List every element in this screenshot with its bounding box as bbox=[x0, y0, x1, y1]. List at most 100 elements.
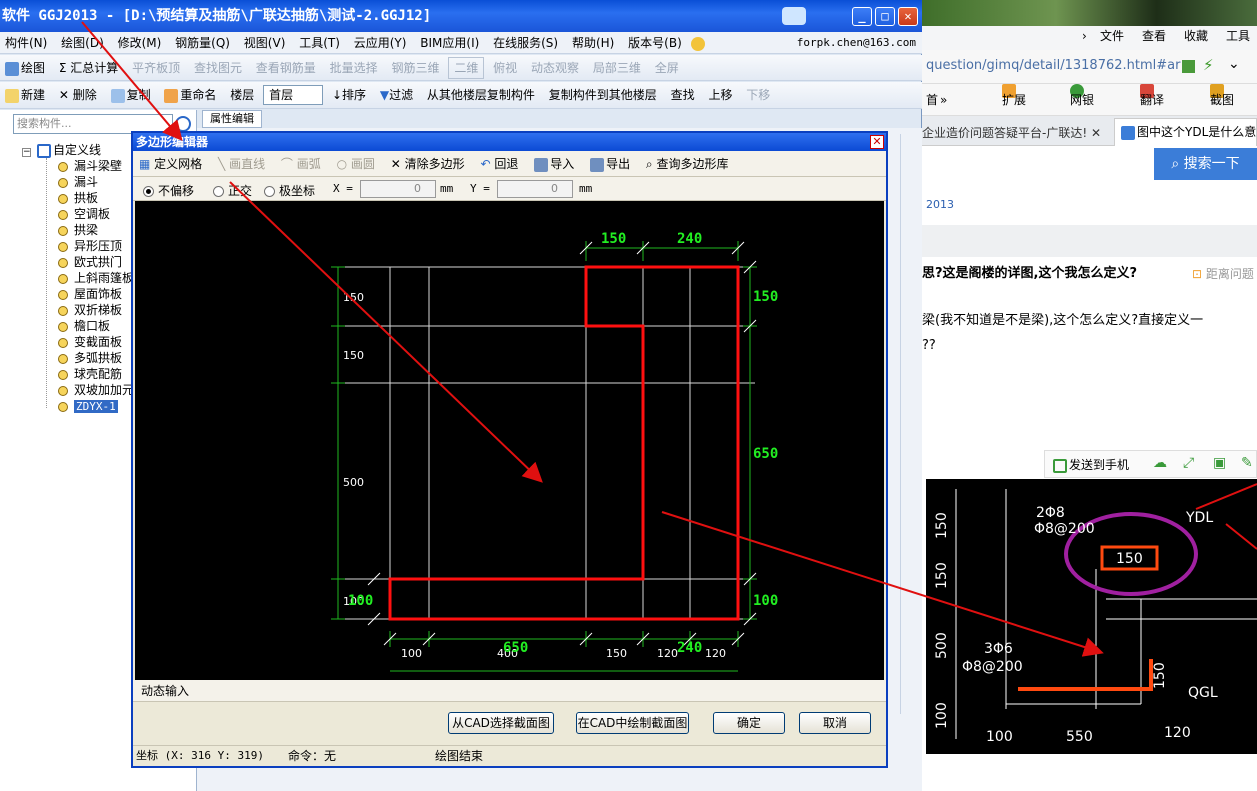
tree-item[interactable]: 拱梁 bbox=[58, 222, 98, 238]
local-3d-button[interactable]: 局部三维 bbox=[588, 55, 646, 80]
view-mode-select[interactable]: 二维 bbox=[448, 57, 485, 79]
floor-select[interactable]: 首层 bbox=[263, 85, 324, 105]
tree-item[interactable]: 漏斗 bbox=[58, 174, 98, 190]
sort-button[interactable]: ↓排序 bbox=[327, 82, 371, 108]
tree-item[interactable]: 上斜雨篷板 bbox=[58, 270, 134, 286]
clear-polygon-button[interactable]: ✕ 清除多边形 bbox=[385, 151, 471, 177]
query-library-button[interactable]: ⌕ 查询多边形库 bbox=[640, 151, 735, 177]
menu-tools[interactable]: 工具 bbox=[1226, 26, 1250, 46]
radio-no-offset[interactable]: 不偏移 bbox=[143, 182, 194, 199]
address-bar[interactable]: question/gimq/detail/1318762.html#ar ⚡ ⌄ bbox=[922, 50, 1257, 84]
ok-button[interactable]: 确定 bbox=[713, 712, 785, 734]
tree-item[interactable]: 多弧拱板 bbox=[58, 350, 122, 366]
move-down-button[interactable]: 下移 bbox=[741, 82, 775, 108]
question-image[interactable]: 2Φ8 Φ8@200 YDL 3Φ6 Φ8@200 QGL 150 100 55… bbox=[926, 479, 1257, 754]
minimize-button[interactable]: _ bbox=[852, 7, 872, 26]
filter-button[interactable]: ▼过滤 bbox=[375, 82, 418, 108]
menu-view[interactable]: 视图(V) bbox=[239, 32, 291, 53]
draw-in-cad-button[interactable]: 在CAD中绘制截面图 bbox=[576, 712, 689, 734]
tree-item[interactable]: 空调板 bbox=[58, 206, 110, 222]
top-view-button[interactable]: 俯视 bbox=[488, 55, 522, 80]
tree-item[interactable]: 欧式拱门 bbox=[58, 254, 122, 270]
maximize-button[interactable]: □ bbox=[875, 7, 895, 26]
define-grid-button[interactable]: ▦ 定义网格 bbox=[133, 151, 208, 177]
rename-button[interactable]: 重命名 bbox=[159, 82, 221, 108]
new-button[interactable]: 新建 bbox=[0, 82, 50, 108]
copy-from-floor-button[interactable]: 从其他楼层复制构件 bbox=[422, 82, 540, 108]
menu-file[interactable]: 文件 bbox=[1100, 26, 1124, 46]
qr-icon[interactable] bbox=[1182, 60, 1195, 73]
view-rebar-button[interactable]: 查看钢筋量 bbox=[251, 55, 321, 80]
dynamic-view-button[interactable]: 动态观察 bbox=[526, 55, 584, 80]
tree-item[interactable]: 拱板 bbox=[58, 190, 98, 206]
url-text[interactable]: question/gimq/detail/1318762.html#ar bbox=[926, 58, 1180, 73]
copy-to-floor-button[interactable]: 复制构件到其他楼层 bbox=[544, 82, 662, 108]
x-input[interactable]: 0 bbox=[360, 180, 436, 198]
select-from-cad-button[interactable]: 从CAD选择截面图 bbox=[448, 712, 554, 734]
tree-item[interactable]: 双坡加加元 bbox=[58, 382, 134, 398]
import-button[interactable]: 导入 bbox=[528, 151, 580, 177]
draw-line-button[interactable]: ╲ 画直线 bbox=[212, 151, 271, 177]
collapse-icon[interactable]: − bbox=[22, 148, 31, 157]
y-input[interactable]: 0 bbox=[497, 180, 573, 198]
breadcrumb[interactable]: 2013 bbox=[922, 193, 1257, 217]
summary-button[interactable]: Σ 汇总计算 bbox=[54, 55, 123, 80]
chevron-down-icon[interactable]: ⌄ bbox=[1228, 56, 1240, 72]
flush-board-button[interactable]: 平齐板顶 bbox=[127, 55, 185, 80]
vertical-scrollbar[interactable] bbox=[900, 134, 916, 714]
cancel-button[interactable]: 取消 bbox=[799, 712, 871, 734]
move-up-button[interactable]: 上移 bbox=[703, 82, 737, 108]
menu-modify[interactable]: 修改(M) bbox=[113, 32, 167, 53]
delete-button[interactable]: ✕ 删除 bbox=[54, 82, 102, 108]
dynamic-input-bar[interactable]: 动态输入 bbox=[133, 680, 886, 702]
search-icon[interactable] bbox=[175, 116, 191, 132]
search-button[interactable]: ⌕ 搜索一下 bbox=[1154, 148, 1257, 180]
tree-item[interactable]: 球壳配筋 bbox=[58, 366, 122, 382]
draw-button[interactable]: 绘图 bbox=[0, 55, 50, 80]
help-icon[interactable] bbox=[782, 7, 806, 25]
tree-item[interactable]: 檐口板 bbox=[58, 318, 110, 334]
avatar-icon[interactable] bbox=[690, 36, 705, 51]
tree-root[interactable]: − 自定义线 bbox=[22, 142, 101, 158]
copy-button[interactable]: 复制 bbox=[106, 82, 156, 108]
drawing-canvas[interactable]: 150 150 500 100 100 400 150 120 120 150 … bbox=[135, 201, 884, 680]
section-polygon[interactable] bbox=[388, 265, 740, 621]
draw-circle-button[interactable]: ○ 画圆 bbox=[331, 151, 381, 177]
edit-icon[interactable]: ✎ bbox=[1241, 455, 1253, 471]
menu-version[interactable]: 版本号(B) bbox=[623, 32, 687, 53]
expand-icon[interactable]: ⤢ bbox=[1183, 455, 1194, 471]
menu-cloud[interactable]: 云应用(Y) bbox=[349, 32, 412, 53]
dialog-title-bar[interactable]: 多边形编辑器 ✕ bbox=[133, 133, 886, 151]
tree-item[interactable]: 双折梯板 bbox=[58, 302, 122, 318]
more-icon[interactable]: » bbox=[940, 84, 947, 116]
menu-tools[interactable]: 工具(T) bbox=[294, 32, 345, 53]
menu-draw[interactable]: 绘图(D) bbox=[56, 32, 109, 53]
tab-property-edit[interactable]: 属性编辑 bbox=[202, 110, 262, 128]
tab-forum[interactable]: 企业造价问题答疑平台-广联达! ✕ bbox=[922, 120, 1112, 146]
lightning-icon[interactable]: ⚡ bbox=[1203, 56, 1214, 74]
menu-help[interactable]: 帮助(H) bbox=[567, 32, 619, 53]
menu-bim[interactable]: BIM应用(I) bbox=[415, 32, 484, 53]
user-email[interactable]: forpk.chen@163.com bbox=[797, 32, 916, 53]
tree-item[interactable]: 漏斗梁壁 bbox=[58, 158, 122, 174]
menu-online[interactable]: 在线服务(S) bbox=[488, 32, 563, 53]
tree-item-selected[interactable]: ZDYX-1 bbox=[58, 398, 118, 414]
dialog-close-button[interactable]: ✕ bbox=[870, 135, 884, 149]
tree-item[interactable]: 变截面板 bbox=[58, 334, 122, 350]
menu-component[interactable]: 构件(N) bbox=[0, 32, 52, 53]
tab-close-icon[interactable]: ✕ bbox=[1091, 126, 1101, 140]
fullscreen-button[interactable]: 全屏 bbox=[650, 55, 684, 80]
close-button[interactable]: ✕ bbox=[898, 7, 918, 26]
cloud-icon[interactable]: ☁ bbox=[1153, 455, 1167, 471]
undo-button[interactable]: ↶ 回退 bbox=[475, 151, 525, 177]
menu-rebar[interactable]: 钢筋量(Q) bbox=[170, 32, 235, 53]
tab-question[interactable]: 图中这个YDL是什么意思 bbox=[1114, 118, 1257, 146]
find-button[interactable]: 查找 bbox=[666, 82, 700, 108]
find-element-button[interactable]: 查找图元 bbox=[189, 55, 247, 80]
rebar-3d-button[interactable]: 钢筋三维 bbox=[386, 55, 444, 80]
menu-favorites[interactable]: 收藏 bbox=[1184, 26, 1208, 46]
radio-orthogonal[interactable]: 正交 bbox=[213, 182, 252, 199]
export-button[interactable]: 导出 bbox=[584, 151, 636, 177]
draw-arc-button[interactable]: ⌒ 画弧 bbox=[275, 151, 327, 177]
menu-view[interactable]: 查看 bbox=[1142, 26, 1166, 46]
